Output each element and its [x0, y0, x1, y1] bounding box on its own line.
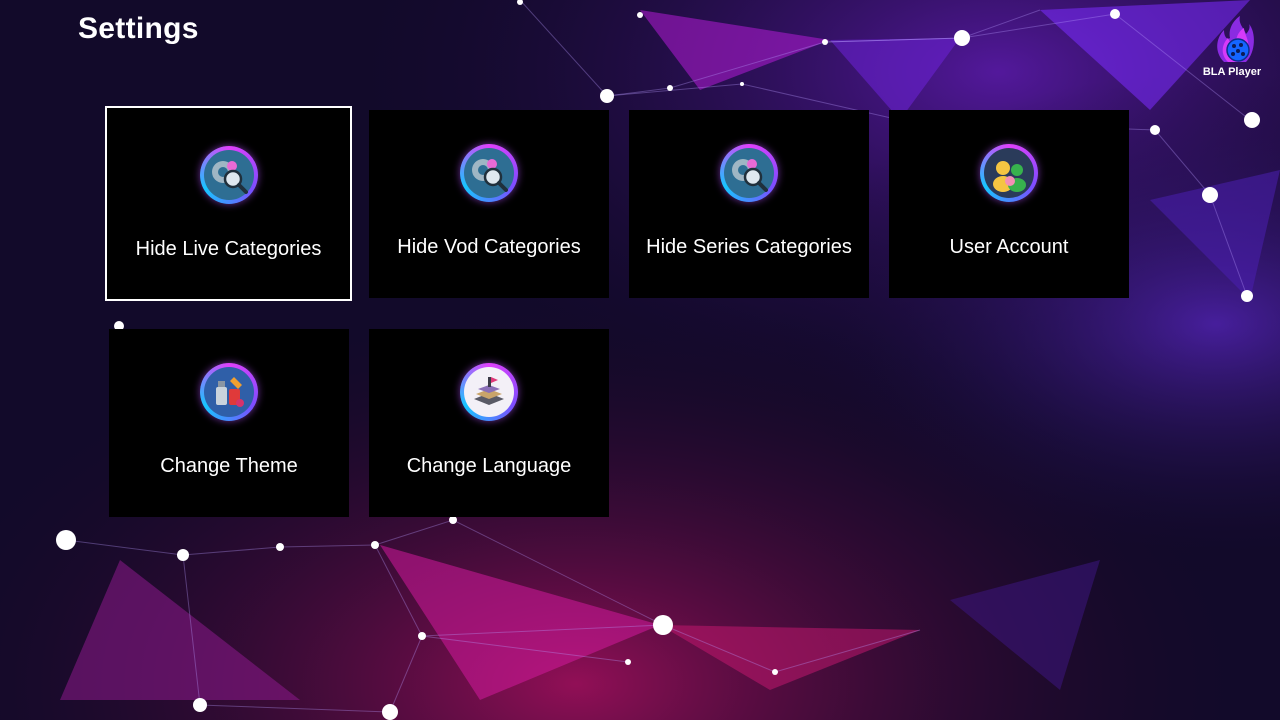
tile-label: Hide Series Categories	[646, 236, 852, 258]
tile-change-language[interactable]: Change Language	[369, 329, 609, 517]
paint-icon	[200, 363, 258, 421]
tile-label: Hide Vod Categories	[397, 236, 581, 258]
tile-label: Change Language	[406, 455, 572, 477]
flame-globe-logo-icon	[1217, 16, 1254, 62]
tile-change-theme[interactable]: Change Theme	[109, 329, 349, 517]
tile-hide-vod-categories[interactable]: Hide Vod Categories	[369, 110, 609, 298]
gear-search-icon	[199, 146, 258, 204]
gear-search-icon	[460, 144, 518, 202]
tile-user-account[interactable]: User Account	[889, 110, 1129, 298]
gear-search-icon	[720, 144, 778, 202]
tile-hide-series-categories[interactable]: Hide Series Categories	[629, 110, 869, 298]
tile-label: Hide Live Categories	[135, 238, 322, 260]
tile-label: Change Theme	[160, 455, 298, 477]
language-stack-icon	[460, 363, 518, 421]
brand-name: BLA Player	[1202, 66, 1262, 78]
brand: BLA Player	[1196, 14, 1268, 84]
tile-label: User Account	[949, 236, 1069, 258]
users-icon	[980, 144, 1038, 202]
tile-hide-live-categories[interactable]: Hide Live Categories	[105, 106, 352, 301]
page-title: Settings	[78, 12, 199, 45]
